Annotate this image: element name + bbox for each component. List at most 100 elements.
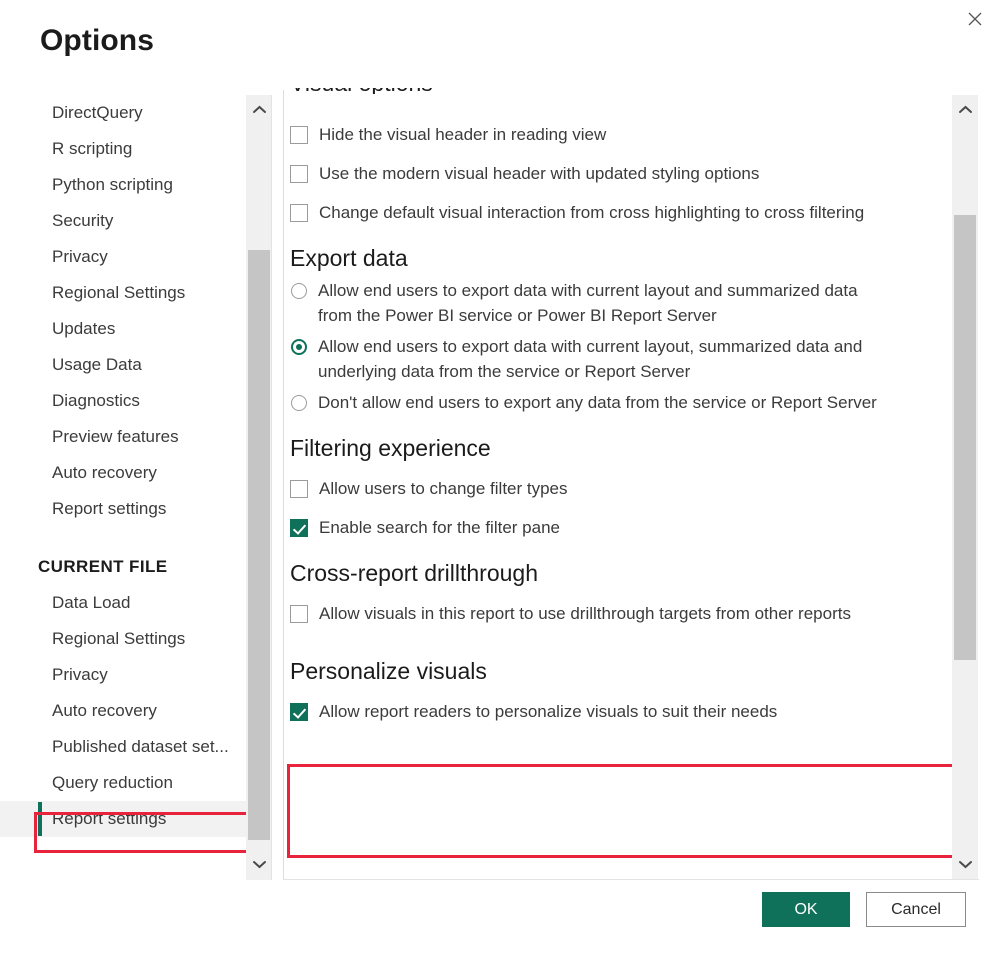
settings-content-pane: Visual options Hide the visual header in… — [290, 88, 945, 878]
sidebar-item-label: Diagnostics — [52, 391, 140, 410]
page-title: Options — [40, 24, 154, 58]
sidebar-item-label: Usage Data — [52, 355, 142, 374]
section-heading-export-data: Export data — [290, 245, 945, 272]
checkbox-icon[interactable] — [290, 165, 308, 183]
chevron-up-icon — [253, 101, 266, 119]
sidebar-item-label: Security — [52, 211, 113, 230]
chevron-down-icon — [253, 856, 266, 874]
sidebar-item-label: Regional Settings — [52, 283, 185, 302]
radio-label: Don't allow end users to export any data… — [307, 390, 877, 415]
sidebar-scroll-down-button[interactable] — [246, 850, 272, 880]
sidebar-item-label: R scripting — [52, 139, 132, 158]
checkbox-label: Allow users to change filter types — [308, 476, 568, 501]
sidebar-item-label: Preview features — [52, 427, 179, 446]
sidebar-item-label: DirectQuery — [52, 103, 143, 122]
section-heading-personalize-visuals: Personalize visuals — [290, 658, 933, 685]
section-heading-cross-report-drillthrough: Cross-report drillthrough — [290, 560, 945, 587]
checkbox-enable-filter-pane-search[interactable]: Enable search for the filter pane — [290, 515, 878, 540]
sidebar-scroll-up-button[interactable] — [246, 95, 272, 125]
sidebar-item-label: Data Load — [52, 593, 130, 612]
ok-button[interactable]: OK — [762, 892, 850, 927]
sidebar-item-auto-recovery-file[interactable]: Auto recovery — [0, 693, 246, 729]
checkbox-modern-visual-header[interactable]: Use the modern visual header with update… — [290, 161, 878, 186]
radio-label: Allow end users to export data with curr… — [307, 278, 878, 328]
sidebar-item-usage-data[interactable]: Usage Data — [0, 347, 246, 383]
chevron-up-icon — [959, 101, 972, 119]
sidebar-item-privacy[interactable]: Privacy — [0, 239, 246, 275]
content-scroll-up-button[interactable] — [952, 95, 978, 125]
cancel-button[interactable]: Cancel — [866, 892, 966, 927]
content-scroll-down-button[interactable] — [952, 850, 978, 880]
checkbox-allow-personalize-visuals[interactable]: Allow report readers to personalize visu… — [290, 699, 878, 724]
sidebar-item-updates[interactable]: Updates — [0, 311, 246, 347]
sidebar-item-diagnostics[interactable]: Diagnostics — [0, 383, 246, 419]
checkbox-icon-checked[interactable] — [290, 519, 308, 537]
sidebar-item-preview-features[interactable]: Preview features — [0, 419, 246, 455]
checkbox-change-filter-types[interactable]: Allow users to change filter types — [290, 476, 878, 501]
checkbox-label: Use the modern visual header with update… — [308, 161, 759, 186]
sidebar-item-label: Regional Settings — [52, 629, 185, 648]
spacer — [290, 415, 945, 435]
spacer — [290, 540, 945, 560]
sidebar-item-label: Python scripting — [52, 175, 173, 194]
sidebar-item-python-scripting[interactable]: Python scripting — [0, 167, 246, 203]
radio-export-summarized[interactable]: Allow end users to export data with curr… — [290, 278, 878, 328]
checkbox-label: Hide the visual header in reading view — [308, 122, 606, 147]
sidebar-group-current-file: CURRENT FILE — [0, 549, 246, 585]
sidebar-item-privacy-file[interactable]: Privacy — [0, 657, 246, 693]
checkbox-icon[interactable] — [290, 126, 308, 144]
personalize-visuals-section: Personalize visuals Allow report readers… — [290, 644, 933, 740]
sidebar-item-report-settings[interactable]: Report settings — [0, 801, 246, 837]
radio-export-summarized-and-underlying[interactable]: Allow end users to export data with curr… — [290, 334, 878, 384]
sidebar-item-label: Auto recovery — [52, 463, 157, 482]
sidebar-item-query-reduction[interactable]: Query reduction — [0, 765, 246, 801]
radio-icon-selected[interactable] — [291, 339, 307, 355]
radio-icon[interactable] — [291, 395, 307, 411]
sidebar: DirectQuery R scripting Python scripting… — [0, 95, 246, 880]
checkbox-allow-drillthrough-targets[interactable]: Allow visuals in this report to use dril… — [290, 601, 878, 626]
checkbox-hide-visual-header[interactable]: Hide the visual header in reading view — [290, 122, 878, 147]
sidebar-item-label: Privacy — [52, 665, 108, 684]
content-scroll-thumb[interactable] — [954, 215, 976, 660]
radio-export-disallow[interactable]: Don't allow end users to export any data… — [290, 390, 878, 415]
sidebar-scrollbar[interactable] — [246, 95, 272, 880]
sidebar-item-label: Published dataset set... — [52, 737, 229, 756]
sidebar-item-label: Report settings — [52, 499, 166, 518]
sidebar-item-regional-settings[interactable]: Regional Settings — [0, 275, 246, 311]
close-button[interactable] — [954, 2, 996, 36]
sidebar-item-label: Query reduction — [52, 773, 173, 792]
sidebar-item-label: Report settings — [52, 809, 166, 828]
dialog-footer: OK Cancel — [0, 879, 1002, 959]
checkbox-label: Enable search for the filter pane — [308, 515, 560, 540]
sidebar-item-security[interactable]: Security — [0, 203, 246, 239]
section-heading-filtering-experience: Filtering experience — [290, 435, 945, 462]
sidebar-item-published-dataset-settings[interactable]: Published dataset set... — [0, 729, 246, 765]
checkbox-icon[interactable] — [290, 480, 308, 498]
checkbox-icon[interactable] — [290, 204, 308, 222]
sidebar-item-data-load[interactable]: Data Load — [0, 585, 246, 621]
checkbox-label: Change default visual interaction from c… — [308, 200, 864, 225]
sidebar-item-r-scripting[interactable]: R scripting — [0, 131, 246, 167]
radio-label: Allow end users to export data with curr… — [307, 334, 878, 384]
sidebar-item-directquery[interactable]: DirectQuery — [0, 95, 246, 131]
sidebar-item-label: Auto recovery — [52, 701, 157, 720]
checkbox-icon-checked[interactable] — [290, 703, 308, 721]
spacer — [290, 225, 945, 245]
sidebar-item-label: Privacy — [52, 247, 108, 266]
checkbox-label: Allow visuals in this report to use dril… — [308, 601, 851, 626]
sidebar-item-label: Updates — [52, 319, 115, 338]
radio-icon[interactable] — [291, 283, 307, 299]
sidebar-item-report-settings-global[interactable]: Report settings — [0, 491, 246, 527]
sidebar-item-regional-settings-file[interactable]: Regional Settings — [0, 621, 246, 657]
checkbox-label: Allow report readers to personalize visu… — [308, 699, 777, 724]
sidebar-scroll-thumb[interactable] — [248, 250, 270, 840]
content-scrollbar[interactable] — [952, 95, 978, 880]
close-icon — [968, 12, 982, 26]
sidebar-item-auto-recovery[interactable]: Auto recovery — [0, 455, 246, 491]
checkbox-icon[interactable] — [290, 605, 308, 623]
checkbox-change-default-interaction[interactable]: Change default visual interaction from c… — [290, 200, 878, 225]
options-dialog: Options DirectQuery R scripting Python s… — [0, 0, 1002, 959]
section-heading-visual-options: Visual options — [290, 88, 945, 94]
sidebar-content-divider — [283, 90, 284, 880]
chevron-down-icon — [959, 856, 972, 874]
